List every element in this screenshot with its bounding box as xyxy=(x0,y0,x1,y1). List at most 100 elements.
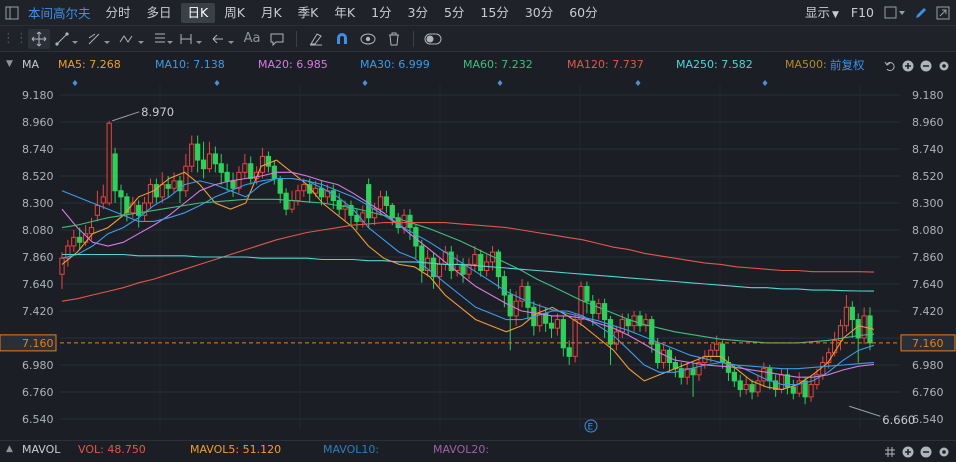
event-marker xyxy=(635,80,641,86)
tab-0[interactable]: 分时 xyxy=(99,3,138,23)
candle-body xyxy=(731,371,737,382)
y-tick-label-right: 6.540 xyxy=(912,413,944,426)
candle-body xyxy=(436,263,443,278)
volume-tools xyxy=(884,442,950,462)
candle-body xyxy=(100,196,106,204)
text-tool-icon[interactable]: Aa xyxy=(242,29,262,49)
high-annotation-label: 8.970 xyxy=(141,105,174,119)
tab-9[interactable]: 5分 xyxy=(437,3,471,23)
remove-circle-icon[interactable] xyxy=(920,56,932,76)
top-right-tools: 显示 ▼ F10 xyxy=(803,3,950,23)
candle-body xyxy=(566,347,572,357)
collapse-arrow-icon[interactable]: ▼ xyxy=(6,59,13,69)
range-tool-icon[interactable] xyxy=(178,29,206,49)
candle-body xyxy=(778,374,785,391)
arrow-tool-icon[interactable] xyxy=(210,29,238,49)
ma-indicator-label[interactable]: MA xyxy=(22,58,39,71)
volume-legend-item: MAVOL5: 51.120 xyxy=(190,443,282,456)
settings-gear-icon[interactable] xyxy=(938,442,950,462)
candlestick-chart[interactable]: 9.180 9.180 8.960 8.960 8.740 8.740 8.520 8.520… xyxy=(0,76,956,440)
expand-arrow-icon[interactable]: ▲ xyxy=(6,444,13,454)
candle-body xyxy=(318,187,325,198)
magnet-icon[interactable] xyxy=(331,29,353,49)
candle-body xyxy=(637,315,643,327)
y-tick-label-left: 6.540 xyxy=(22,413,54,426)
tab-5[interactable]: 季K xyxy=(291,3,326,23)
trash-icon[interactable] xyxy=(383,29,405,49)
low-annotation-label: 6.660 xyxy=(882,413,915,427)
ma-legend-item: MA5: 7.268 xyxy=(58,58,121,71)
display-dropdown[interactable]: 显示 ▼ xyxy=(803,3,841,23)
drag-handle-icon[interactable]: ⋮⋮ xyxy=(2,29,28,49)
stock-title[interactable]: 本间高尔夫 xyxy=(28,3,91,22)
add-circle-icon[interactable] xyxy=(902,56,914,76)
candle-body xyxy=(554,319,561,329)
y-tick-label-right: 6.980 xyxy=(912,359,944,372)
remove-circle-icon[interactable] xyxy=(920,442,932,462)
candle-body xyxy=(383,196,390,206)
pen-icon[interactable] xyxy=(914,3,928,23)
candle-body xyxy=(206,153,213,170)
tab-1[interactable]: 多日 xyxy=(140,3,179,23)
toolbar-divider xyxy=(413,30,414,47)
candle-body xyxy=(867,315,873,344)
candle-body xyxy=(625,319,631,327)
candle-body xyxy=(843,306,850,327)
line-tool-icon[interactable] xyxy=(54,29,82,49)
channel-tool-icon[interactable] xyxy=(86,29,114,49)
y-tick-label-right: 9.180 xyxy=(912,89,944,102)
candle-body xyxy=(195,143,201,161)
grid-settings-icon[interactable] xyxy=(884,442,896,462)
event-marker xyxy=(362,80,368,86)
event-marker xyxy=(762,80,768,86)
tab-8[interactable]: 3分 xyxy=(401,3,435,23)
candle-body xyxy=(59,257,65,275)
tab-6[interactable]: 年K xyxy=(327,3,362,23)
tab-4[interactable]: 月K xyxy=(254,3,289,23)
window-layout-icon[interactable] xyxy=(884,3,906,23)
candle-body xyxy=(183,165,189,192)
candle-body xyxy=(495,251,502,278)
tab-12[interactable]: 60分 xyxy=(562,3,604,23)
comment-tool-icon[interactable] xyxy=(266,29,288,49)
high-annotation-line xyxy=(112,111,140,122)
visibility-eye-icon[interactable] xyxy=(357,29,379,49)
y-tick-label-left: 7.420 xyxy=(22,305,54,318)
toggle-icon[interactable] xyxy=(422,29,444,49)
restore-window-icon[interactable] xyxy=(936,3,950,23)
ma-legend-item: MA20: 6.985 xyxy=(258,58,328,71)
candle-body xyxy=(377,196,384,210)
event-marker xyxy=(214,80,220,86)
f10-button[interactable]: F10 xyxy=(849,3,876,23)
volume-indicator-label[interactable]: MAVOL xyxy=(22,443,60,456)
fibonacci-tool-icon[interactable] xyxy=(152,29,174,49)
tab-10[interactable]: 15分 xyxy=(473,3,515,23)
event-e-label: E xyxy=(588,423,594,433)
candle-body xyxy=(790,386,796,394)
candle-body xyxy=(136,204,142,216)
crosshair-move-icon[interactable] xyxy=(28,28,50,49)
y-tick-label-left: 8.080 xyxy=(22,224,54,237)
candle-body xyxy=(460,263,466,275)
ma-legend-item: MA250: 7.582 xyxy=(676,58,753,71)
candle-body xyxy=(572,319,578,357)
tab-2[interactable]: 日K xyxy=(180,2,216,23)
settings-gear-icon[interactable] xyxy=(938,56,950,76)
y-tick-label-right: 8.080 xyxy=(912,224,944,237)
candle-body xyxy=(224,171,230,182)
ma-legend-item: MA10: 7.138 xyxy=(155,58,225,71)
tab-11[interactable]: 30分 xyxy=(518,3,560,23)
y-tick-label-left: 9.180 xyxy=(22,89,54,102)
add-circle-icon[interactable] xyxy=(902,442,914,462)
wave-tool-icon[interactable] xyxy=(118,29,148,49)
tab-3[interactable]: 周K xyxy=(217,3,252,23)
candle-body xyxy=(849,306,855,321)
candle-body xyxy=(200,159,207,170)
adjust-mode-label[interactable]: 前复权 xyxy=(830,57,865,73)
period-tabs: 分时 多日 日K 周K 月K 季K 年K 1分 3分 5分 15分 30分 60分 xyxy=(99,2,605,23)
eraser-icon[interactable] xyxy=(305,29,327,49)
undo-icon[interactable] xyxy=(884,56,896,76)
candle-body xyxy=(147,184,154,204)
sidebar-toggle-icon[interactable] xyxy=(0,3,24,23)
tab-7[interactable]: 1分 xyxy=(364,3,398,23)
